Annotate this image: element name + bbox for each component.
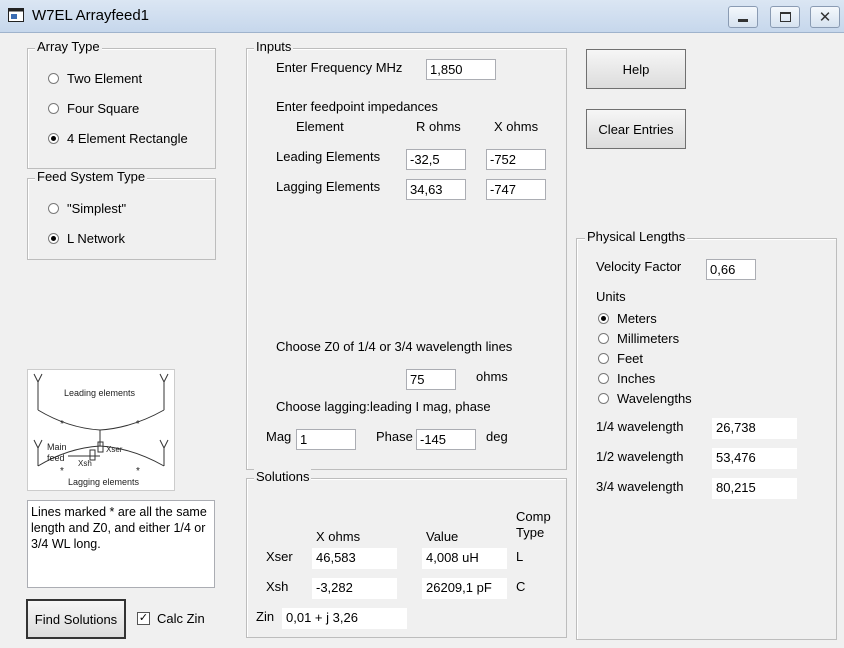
title-bar: W7EL Arrayfeed1 ✕	[0, 0, 844, 33]
xser-label: Xser	[266, 549, 293, 564]
feed-system-legend: Feed System Type	[35, 169, 148, 184]
window-app-icon	[8, 8, 24, 22]
label-l-network[interactable]: L Network	[67, 231, 125, 246]
maximize-icon	[779, 12, 791, 22]
zin-value: 0,01 + j 3,26	[282, 608, 407, 629]
help-button[interactable]: Help	[586, 49, 686, 89]
radio-inches[interactable]	[598, 373, 609, 384]
physical-lengths-legend: Physical Lengths	[585, 229, 688, 244]
leading-r-input[interactable]: -32,5	[406, 149, 466, 170]
lagging-x-input[interactable]: -747	[486, 179, 546, 200]
label-four-square[interactable]: Four Square	[67, 101, 139, 116]
leading-elements-label: Leading Elements	[276, 149, 381, 164]
diagram-main-label: Main	[47, 442, 67, 452]
solutions-column-comp: Comp	[516, 509, 551, 524]
minimize-icon	[738, 18, 748, 22]
lagging-r-input[interactable]: 34,63	[406, 179, 466, 200]
frequency-label: Enter Frequency MHz	[276, 60, 403, 75]
impedance-heading: Enter feedpoint impedances	[276, 99, 438, 114]
radio-simplest[interactable]	[48, 203, 59, 214]
xser-value: 4,008 uH	[422, 548, 507, 569]
leading-x-input[interactable]: -752	[486, 149, 546, 170]
minimize-button[interactable]	[728, 6, 758, 28]
diagram-star-4: *	[136, 466, 140, 477]
window-title: W7EL Arrayfeed1	[32, 7, 150, 24]
diagram-xsh-label: Xsh	[78, 459, 92, 468]
xser-type: L	[516, 549, 524, 564]
xser-x-value: 46,583	[312, 548, 397, 569]
quarter-wave-label: 1/4 wavelength	[596, 419, 684, 434]
label-wavelengths[interactable]: Wavelengths	[617, 391, 692, 406]
radio-meters[interactable]	[598, 313, 609, 324]
diagram-leading-label: Leading elements	[64, 388, 136, 398]
calc-zin-label[interactable]: Calc Zin	[157, 611, 205, 626]
quarter-wave-value: 26,738	[712, 418, 797, 439]
z0-label: Choose Z0 of 1/4 or 3/4 wavelength lines	[276, 339, 513, 354]
inputs-legend: Inputs	[254, 39, 294, 54]
array-type-legend: Array Type	[35, 39, 102, 54]
close-button[interactable]: ✕	[810, 6, 840, 28]
ratio-label: Choose lagging:leading I mag, phase	[276, 399, 491, 414]
diagram-lagging-label: Lagging elements	[68, 477, 140, 487]
solutions-legend: Solutions	[254, 469, 312, 484]
velocity-factor-label: Velocity Factor	[596, 259, 682, 274]
label-meters[interactable]: Meters	[617, 311, 657, 326]
radio-feet[interactable]	[598, 353, 609, 364]
half-wave-label: 1/2 wavelength	[596, 449, 684, 464]
clear-entries-button[interactable]: Clear Entries	[586, 109, 686, 149]
diagram-star-3: *	[60, 466, 64, 477]
label-inches[interactable]: Inches	[617, 371, 655, 386]
three-quarter-wave-label: 3/4 wavelength	[596, 479, 684, 494]
label-feet[interactable]: Feet	[617, 351, 643, 366]
column-x-ohms: X ohms	[494, 119, 539, 134]
solutions-column-x-ohms: X ohms	[316, 529, 361, 544]
phase-unit: deg	[486, 429, 508, 444]
mag-label: Mag	[266, 429, 292, 444]
solutions-column-type: Type	[516, 525, 545, 540]
label-4-element-rectangle[interactable]: 4 Element Rectangle	[67, 131, 188, 146]
calc-zin-checkbox[interactable]: ✓	[137, 612, 150, 625]
three-quarter-wave-value: 80,215	[712, 478, 797, 499]
column-r-ohms: R ohms	[416, 119, 461, 134]
radio-wavelengths[interactable]	[598, 393, 609, 404]
label-simplest[interactable]: "Simplest"	[67, 201, 126, 216]
diagram-star-2: *	[136, 419, 140, 430]
label-millimeters[interactable]: Millimeters	[617, 331, 679, 346]
radio-l-network[interactable]	[48, 233, 59, 244]
close-icon: ✕	[818, 8, 832, 26]
maximize-button[interactable]	[770, 6, 800, 28]
zin-label: Zin	[256, 609, 275, 624]
note-text: Lines marked * are all the same length a…	[27, 500, 215, 588]
find-solutions-button[interactable]: Find Solutions	[26, 599, 126, 639]
radio-millimeters[interactable]	[598, 333, 609, 344]
diagram-star-1: *	[60, 419, 64, 430]
phase-label: Phase	[376, 429, 413, 444]
label-two-element[interactable]: Two Element	[67, 71, 142, 86]
xsh-x-value: -3,282	[312, 578, 397, 599]
xsh-value: 26209,1 pF	[422, 578, 507, 599]
diagram-feed-label: feed	[47, 453, 65, 463]
solutions-column-value: Value	[426, 529, 459, 544]
radio-two-element[interactable]	[48, 73, 59, 84]
feed-system-group	[27, 178, 216, 260]
diagram-xser-label: Xser	[106, 445, 123, 454]
xsh-type: C	[516, 579, 526, 594]
units-label: Units	[596, 289, 626, 304]
z0-unit: ohms	[476, 369, 508, 384]
feed-diagram: Leading elements Lagging elements Main f…	[27, 369, 175, 491]
velocity-factor-input[interactable]: 0,66	[706, 259, 756, 280]
half-wave-value: 53,476	[712, 448, 797, 469]
phase-input[interactable]: -145	[416, 429, 476, 450]
frequency-input[interactable]: 1,850	[426, 59, 496, 80]
mag-input[interactable]: 1	[296, 429, 356, 450]
z0-input[interactable]: 75	[406, 369, 456, 390]
radio-four-square[interactable]	[48, 103, 59, 114]
lagging-elements-label: Lagging Elements	[276, 179, 381, 194]
radio-4-element-rectangle[interactable]	[48, 133, 59, 144]
xsh-label: Xsh	[266, 579, 289, 594]
column-element: Element	[296, 119, 344, 134]
